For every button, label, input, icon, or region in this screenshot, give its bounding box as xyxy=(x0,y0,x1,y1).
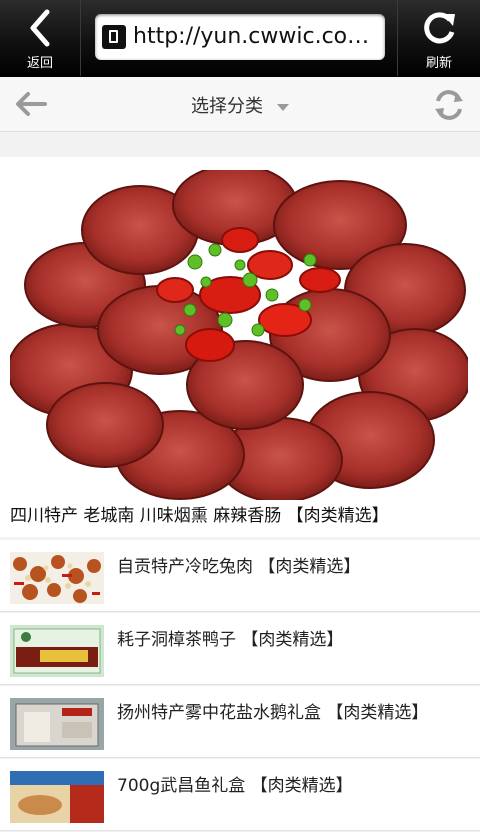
category-selector[interactable]: 选择分类 xyxy=(0,92,480,118)
rabbit-thumbnail xyxy=(10,552,104,604)
browser-toolbar: 返回 http://yun.cwwic.com... 刷新 xyxy=(0,0,480,77)
category-header: 选择分类 xyxy=(0,77,480,132)
list-item[interactable]: 700g武昌鱼礼盒 【肉类精选】 xyxy=(0,759,480,831)
list-item-name: 自贡特产冷吃兔肉 【肉类精选】 xyxy=(117,557,361,577)
refresh-icon xyxy=(424,12,455,44)
duck-package-thumbnail xyxy=(10,625,104,677)
list-item[interactable]: 自贡特产冷吃兔肉 【肉类精选】 xyxy=(0,540,480,612)
featured-image[interactable] xyxy=(10,170,468,500)
featured-product[interactable]: 四川特产 老城南 川味烟熏 麻辣香肠 【肉类精选】 xyxy=(0,157,480,537)
url-field[interactable]: http://yun.cwwic.com... xyxy=(95,14,385,60)
fish-giftbox-thumbnail xyxy=(10,771,104,823)
list-item[interactable]: 扬州特产雾中花盐水鹅礼盒 【肉类精选】 xyxy=(0,686,480,758)
list-item-name: 扬州特产雾中花盐水鹅礼盒 【肉类精选】 xyxy=(117,703,429,723)
browser-refresh-button[interactable]: 刷新 xyxy=(397,0,480,76)
browser-refresh-label: 刷新 xyxy=(425,56,452,71)
browser-back-button[interactable]: 返回 xyxy=(0,0,81,76)
browser-back-label: 返回 xyxy=(26,56,53,71)
list-item-name: 700g武昌鱼礼盒 【肉类精选】 xyxy=(117,776,353,796)
url-text: http://yun.cwwic.com... xyxy=(133,24,379,49)
product-list: 自贡特产冷吃兔肉 【肉类精选】 耗子洞樟茶鸭子 【肉类精选】 扬州特产雾中花盐水 xyxy=(0,540,480,832)
featured-caption[interactable]: 四川特产 老城南 川味烟熏 麻辣香肠 【肉类精选】 xyxy=(10,501,389,526)
page-icon xyxy=(102,25,126,49)
dropdown-caret-icon xyxy=(277,103,289,111)
category-title: 选择分类 xyxy=(191,96,263,117)
list-item-name: 耗子洞樟茶鸭子 【肉类精选】 xyxy=(117,630,344,650)
goose-giftbox-thumbnail xyxy=(10,698,104,750)
list-item[interactable]: 耗子洞樟茶鸭子 【肉类精选】 xyxy=(0,613,480,685)
chevron-left-icon xyxy=(30,9,50,47)
reload-icon[interactable] xyxy=(432,89,466,121)
